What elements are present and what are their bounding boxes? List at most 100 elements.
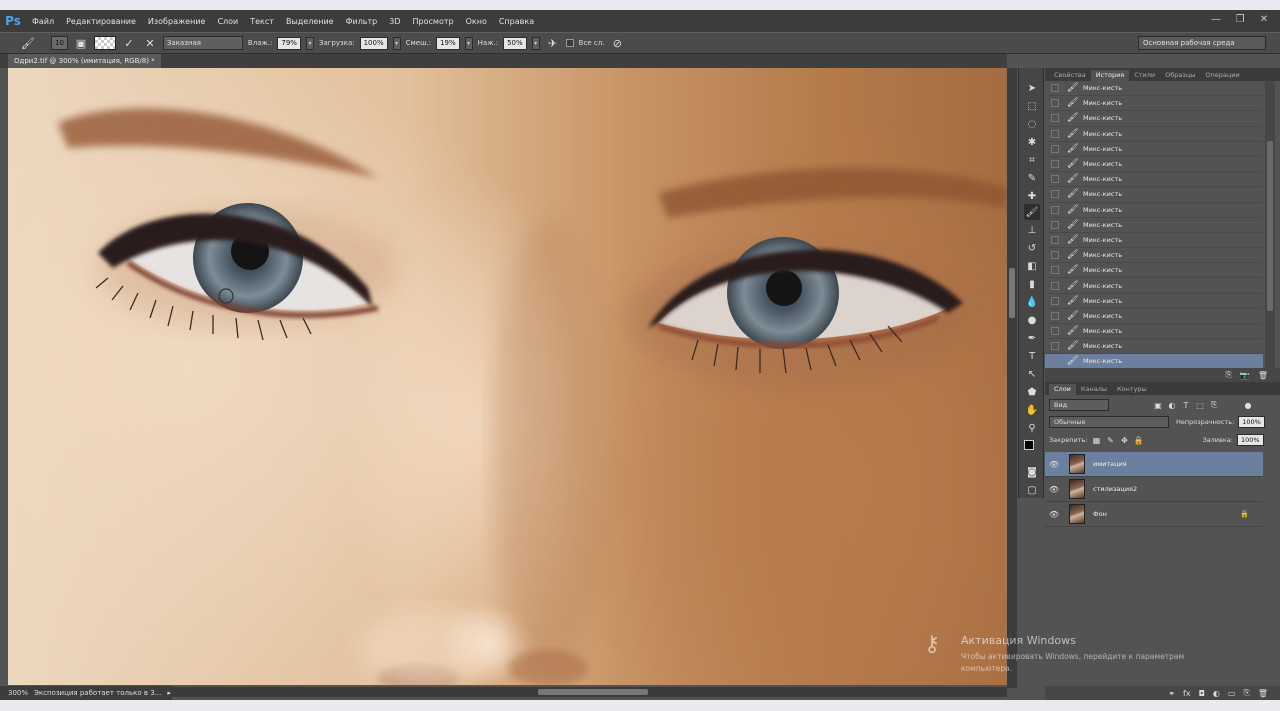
delete-layer-icon[interactable]: 🗑 xyxy=(1258,689,1268,698)
history-item[interactable]: 🖌 Микс-кисть xyxy=(1045,96,1263,112)
fill-value[interactable]: 100% xyxy=(1236,434,1264,446)
mix-value[interactable]: 19% xyxy=(436,36,460,50)
layer-thumbnail[interactable] xyxy=(1069,504,1085,524)
canvas-horizontal-scrollbar[interactable] xyxy=(172,687,1007,697)
history-item[interactable]: 🖌 Микс-кисть xyxy=(1045,81,1263,97)
history-source-checkbox[interactable] xyxy=(1051,342,1059,351)
tab-styles[interactable]: Стили xyxy=(1129,70,1160,81)
history-source-checkbox[interactable] xyxy=(1051,114,1059,123)
layer-style-icon[interactable]: fx xyxy=(1183,689,1191,698)
move-tool-icon[interactable]: ➤ xyxy=(1024,80,1040,96)
lock-pixels-icon[interactable]: ✎ xyxy=(1105,436,1115,445)
menu-type[interactable]: Текст xyxy=(244,17,280,26)
workspace-select[interactable]: Основная рабочая среда xyxy=(1138,36,1266,50)
blend-mode-select[interactable]: Обычные xyxy=(1049,416,1169,428)
history-item[interactable]: 🖌 Микс-кисть xyxy=(1045,203,1263,218)
history-item[interactable]: 🖌 Микс-кисть xyxy=(1045,111,1263,127)
brush-tool-icon[interactable]: 🖌 xyxy=(1024,204,1040,220)
status-arrow-icon[interactable]: ▸ xyxy=(167,689,171,697)
opacity-value[interactable]: 100% xyxy=(1238,416,1265,428)
filter-adjust-icon[interactable]: ◐ xyxy=(1167,401,1177,410)
pressure-icon[interactable]: ⊘ xyxy=(609,35,625,51)
wet-value[interactable]: 79% xyxy=(277,36,301,50)
tab-properties[interactable]: Свойства xyxy=(1049,70,1091,81)
load-brush-icon[interactable]: ✓ xyxy=(121,35,137,51)
tab-paths[interactable]: Контуры xyxy=(1112,384,1152,395)
delete-state-icon[interactable]: 🗑 xyxy=(1258,371,1268,380)
screen-mode-icon[interactable]: ▢ xyxy=(1024,482,1040,498)
image-canvas[interactable] xyxy=(8,68,1007,685)
eyedropper-tool-icon[interactable]: ✎ xyxy=(1024,170,1040,186)
menu-select[interactable]: Выделение xyxy=(280,17,340,26)
history-source-checkbox[interactable] xyxy=(1051,144,1059,153)
gradient-tool-icon[interactable]: ▮ xyxy=(1024,276,1040,292)
history-item[interactable]: 🖌 Микс-кисть xyxy=(1045,248,1263,264)
filter-type-icon[interactable]: T xyxy=(1181,401,1191,410)
history-item[interactable]: 🖌 Микс-кисть xyxy=(1045,339,1263,355)
history-item[interactable]: 🖌 Микс-кисть xyxy=(1045,187,1263,203)
clean-brush-icon[interactable]: ✕ xyxy=(142,35,158,51)
history-scroll-thumb[interactable] xyxy=(1267,141,1273,311)
layer-thumbnail[interactable] xyxy=(1069,454,1085,474)
vertical-scroll-thumb[interactable] xyxy=(1009,268,1015,318)
add-mask-icon[interactable]: ◘ xyxy=(1199,689,1205,698)
close-button[interactable]: ✕ xyxy=(1256,13,1272,27)
history-item[interactable]: 🖌 Микс-кисть xyxy=(1045,142,1263,157)
clone-stamp-tool-icon[interactable]: ⊥ xyxy=(1024,222,1040,238)
history-item[interactable]: 🖌 Микс-кисть xyxy=(1045,309,1263,324)
filter-image-icon[interactable]: ▣ xyxy=(1153,401,1163,410)
history-item[interactable]: 🖌 Микс-кисть xyxy=(1045,218,1263,233)
airbrush-icon[interactable]: ✈ xyxy=(545,35,561,51)
pen-tool-icon[interactable]: ✒ xyxy=(1024,330,1040,346)
tab-actions[interactable]: Операции xyxy=(1200,70,1244,81)
visibility-eye-icon[interactable]: 👁 xyxy=(1045,485,1063,494)
dodge-tool-icon[interactable]: ● xyxy=(1024,312,1040,328)
menu-file[interactable]: Файл xyxy=(26,17,60,26)
history-item[interactable]: 🖌 Микс-кисть xyxy=(1045,324,1263,340)
history-source-checkbox[interactable] xyxy=(1051,190,1059,199)
history-source-checkbox[interactable] xyxy=(1051,235,1059,244)
blend-preset-select[interactable]: Заказная xyxy=(162,36,243,50)
history-source-checkbox[interactable] xyxy=(1051,84,1059,93)
history-item[interactable]: 🖌 Микс-кисть xyxy=(1045,294,1263,309)
document-tab[interactable]: Одри2.tif @ 300% (имитация, RGB/8) * xyxy=(8,54,161,68)
eraser-tool-icon[interactable]: ◧ xyxy=(1024,258,1040,274)
visibility-eye-icon[interactable]: 👁 xyxy=(1045,460,1063,469)
history-source-checkbox[interactable] xyxy=(1051,129,1059,138)
history-brush-tool-icon[interactable]: ↺ xyxy=(1024,240,1040,256)
type-tool-icon[interactable]: T xyxy=(1024,348,1040,364)
lasso-tool-icon[interactable]: ◌ xyxy=(1024,116,1040,132)
history-source-checkbox[interactable] xyxy=(1051,220,1059,229)
menu-3d[interactable]: 3D xyxy=(383,17,406,26)
lock-transparency-icon[interactable]: ▦ xyxy=(1091,436,1101,445)
history-item[interactable]: 🖌 Микс-кисть xyxy=(1045,127,1263,142)
history-source-checkbox[interactable] xyxy=(1051,160,1059,169)
flow-value[interactable]: 50% xyxy=(503,36,527,50)
layer-filter-select[interactable]: Вид xyxy=(1049,399,1109,411)
menu-window[interactable]: Окно xyxy=(460,17,493,26)
tab-channels[interactable]: Каналы xyxy=(1076,384,1112,395)
healing-brush-tool-icon[interactable]: ✚ xyxy=(1024,188,1040,204)
load-value[interactable]: 100% xyxy=(359,36,388,50)
filter-toggle-icon[interactable]: ● xyxy=(1243,401,1253,410)
history-source-checkbox[interactable] xyxy=(1051,327,1059,336)
layer-name[interactable]: стилизация2 xyxy=(1093,485,1137,493)
history-item[interactable]: 🖌 Микс-кисть xyxy=(1045,233,1263,249)
new-snapshot-icon[interactable]: 📷 xyxy=(1240,371,1250,380)
history-source-checkbox[interactable] xyxy=(1051,205,1059,214)
new-layer-icon[interactable]: ⎘ xyxy=(1243,688,1249,698)
link-layers-icon[interactable]: ⚭ xyxy=(1168,689,1175,698)
current-brush-load-swatch[interactable] xyxy=(93,36,116,50)
zoom-tool-icon[interactable]: ⚲ xyxy=(1024,420,1040,436)
history-source-checkbox[interactable] xyxy=(1051,357,1059,366)
quick-mask-icon[interactable]: ◙ xyxy=(1024,464,1040,480)
history-item[interactable]: 🖌 Микс-кисть xyxy=(1045,157,1263,173)
menu-image[interactable]: Изображение xyxy=(142,17,212,26)
history-source-checkbox[interactable] xyxy=(1051,266,1059,275)
menu-filter[interactable]: Фильтр xyxy=(340,17,384,26)
horizontal-scroll-thumb[interactable] xyxy=(538,689,648,695)
menu-edit[interactable]: Редактирование xyxy=(60,17,142,26)
history-source-checkbox[interactable] xyxy=(1051,311,1059,320)
flow-dropdown[interactable]: ▾ xyxy=(531,36,540,50)
layer-row[interactable]: 👁 Фон 🔒 xyxy=(1045,502,1263,527)
